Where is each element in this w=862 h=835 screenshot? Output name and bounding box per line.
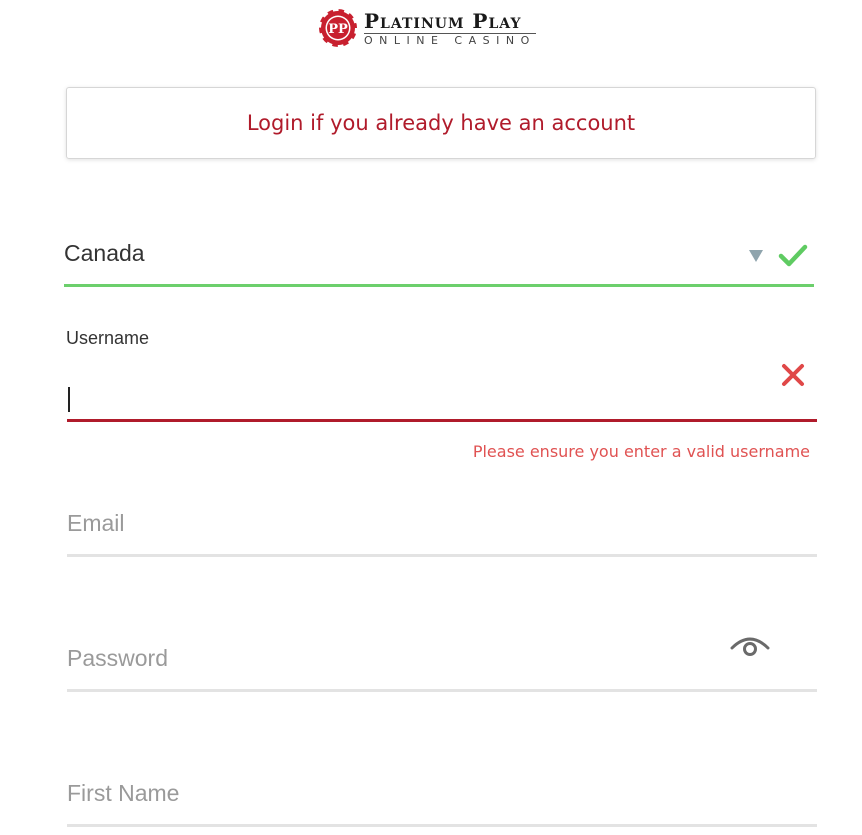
checkmark-icon — [778, 244, 808, 267]
country-select[interactable]: Canada — [64, 230, 814, 287]
dropdown-arrow-icon[interactable] — [749, 250, 763, 262]
email-field[interactable] — [67, 497, 817, 557]
login-link-box[interactable]: Login if you already have an account — [66, 87, 816, 159]
first-name-field[interactable] — [67, 767, 817, 827]
login-link-text[interactable]: Login if you already have an account — [247, 111, 635, 135]
error-x-icon — [782, 364, 804, 386]
email-input[interactable] — [67, 506, 717, 540]
username-label: Username — [66, 328, 150, 348]
eye-icon[interactable] — [729, 632, 771, 662]
registration-page: PP Platinum Play Online Casino Login if … — [0, 0, 862, 835]
password-field[interactable] — [67, 632, 817, 692]
username-error-message: Please ensure you enter a valid username — [472, 442, 810, 461]
logo-wordmark: Platinum Play Online Casino — [364, 10, 536, 47]
text-cursor — [68, 387, 70, 412]
logo-subtitle: Online Casino — [364, 33, 536, 47]
username-input[interactable] — [67, 382, 757, 414]
brand-logo[interactable]: PP Platinum Play Online Casino — [318, 6, 568, 50]
svg-text:PP: PP — [328, 22, 348, 37]
casino-chip-icon: PP — [318, 8, 358, 48]
password-input[interactable] — [67, 641, 717, 675]
country-selected-value: Canada — [64, 240, 145, 266]
username-field[interactable] — [67, 360, 817, 422]
logo-title: Platinum Play — [364, 8, 522, 33]
first-name-input[interactable] — [67, 776, 717, 810]
